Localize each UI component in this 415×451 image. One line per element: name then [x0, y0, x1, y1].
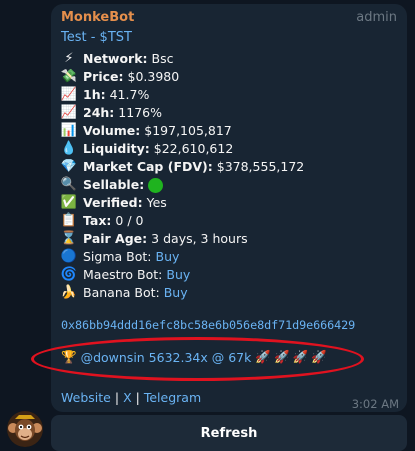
refresh-button[interactable]: Refresh [51, 415, 407, 451]
bot-banana: 🍌 Banana Bot: Buy [60, 284, 188, 302]
stat-verified: ✅ Verified: Yes [60, 195, 167, 210]
rockets: 🚀 🚀 🚀 🚀 [255, 349, 326, 365]
stat-liquidity: 💧 Liquidity: $22,610,612 [60, 141, 234, 156]
stat-sellable: 🔍 Sellable: [61, 176, 397, 194]
rocket-icon: 🚀 [311, 349, 327, 364]
gem-icon: 💎 [60, 159, 78, 174]
droplet-icon: 💧 [60, 141, 78, 156]
token-stats: ⚡ Network: Bsc 💸 Price: $0.3980 📈 1h: 41… [61, 50, 397, 302]
top-caller-line: 🏆 @downsin 5632.34x @ 67k 🚀 🚀 🚀 🚀 [61, 349, 327, 365]
blue-circle-icon: 🔵 [60, 249, 78, 264]
lightning-icon: ⚡ [64, 51, 74, 66]
x-link[interactable]: X [123, 390, 132, 405]
chart-up-icon: 📈 [60, 87, 78, 102]
bar-chart-icon: 📊 [60, 123, 78, 138]
avatar[interactable] [7, 411, 43, 447]
monkey-avatar-icon [7, 411, 43, 447]
message-bubble: MonkeBot admin Test - $TST ⚡ Network: Bs… [51, 4, 407, 412]
telegram-link[interactable]: Telegram [144, 390, 201, 405]
message-time: 3:02 AM [351, 397, 399, 411]
banana-buy-link[interactable]: Buy [164, 284, 188, 302]
top-caller-link[interactable]: @downsin 5632.34x @ 67k [81, 350, 252, 365]
magnifier-icon: 🔍 [60, 177, 78, 192]
sender-role: admin [356, 10, 397, 25]
rocket-icon: 🚀 [255, 349, 271, 364]
chart-up-icon: 📈 [60, 105, 78, 120]
maestro-buy-link[interactable]: Buy [166, 266, 190, 284]
message-header: MonkeBot admin [61, 10, 397, 29]
website-link[interactable]: Website [61, 390, 111, 405]
link-separator: | [114, 390, 120, 405]
sigma-buy-link[interactable]: Buy [156, 248, 180, 266]
link-separator: | [135, 390, 140, 405]
receipt-icon: 📋 [60, 213, 78, 228]
rocket-icon: 🚀 [273, 349, 290, 364]
bot-maestro: 🌀 Maestro Bot: Buy [60, 266, 191, 284]
bot-sigma: 🔵 Sigma Bot: Buy [60, 248, 180, 266]
stat-tax: 📋 Tax: 0 / 0 [60, 213, 144, 228]
banana-icon: 🍌 [60, 285, 78, 300]
check-icon: ✅ [60, 195, 78, 210]
stat-24h: 📈 24h: 1176% [60, 105, 162, 120]
stat-volume: 📊 Volume: $197,105,817 [60, 123, 232, 138]
stat-network: ⚡ Network: Bsc [61, 50, 397, 68]
sender-name[interactable]: MonkeBot [61, 10, 134, 25]
cyclone-icon: 🌀 [60, 267, 78, 282]
footer-links: Website | X | Telegram [61, 390, 201, 405]
token-title-link[interactable]: Test - $TST [61, 29, 397, 47]
stat-price: 💸 Price: $0.3980 [60, 69, 180, 84]
rocket-icon: 🚀 [292, 349, 309, 364]
money-icon: 💸 [60, 69, 78, 84]
trophy-icon: 🏆 [61, 349, 77, 364]
stat-1h: 📈 1h: 41.7% [60, 87, 150, 102]
green-circle-icon [148, 177, 164, 193]
contract-address[interactable]: 0x86bb94ddd16efc8bc58e6b056e8df71d9e6664… [61, 318, 355, 332]
stat-market-cap: 💎 Market Cap (FDV): $378,555,172 [60, 159, 305, 174]
stat-pair-age: ⌛ Pair Age: 3 days, 3 hours [60, 231, 248, 246]
hourglass-icon: ⌛ [60, 231, 78, 246]
